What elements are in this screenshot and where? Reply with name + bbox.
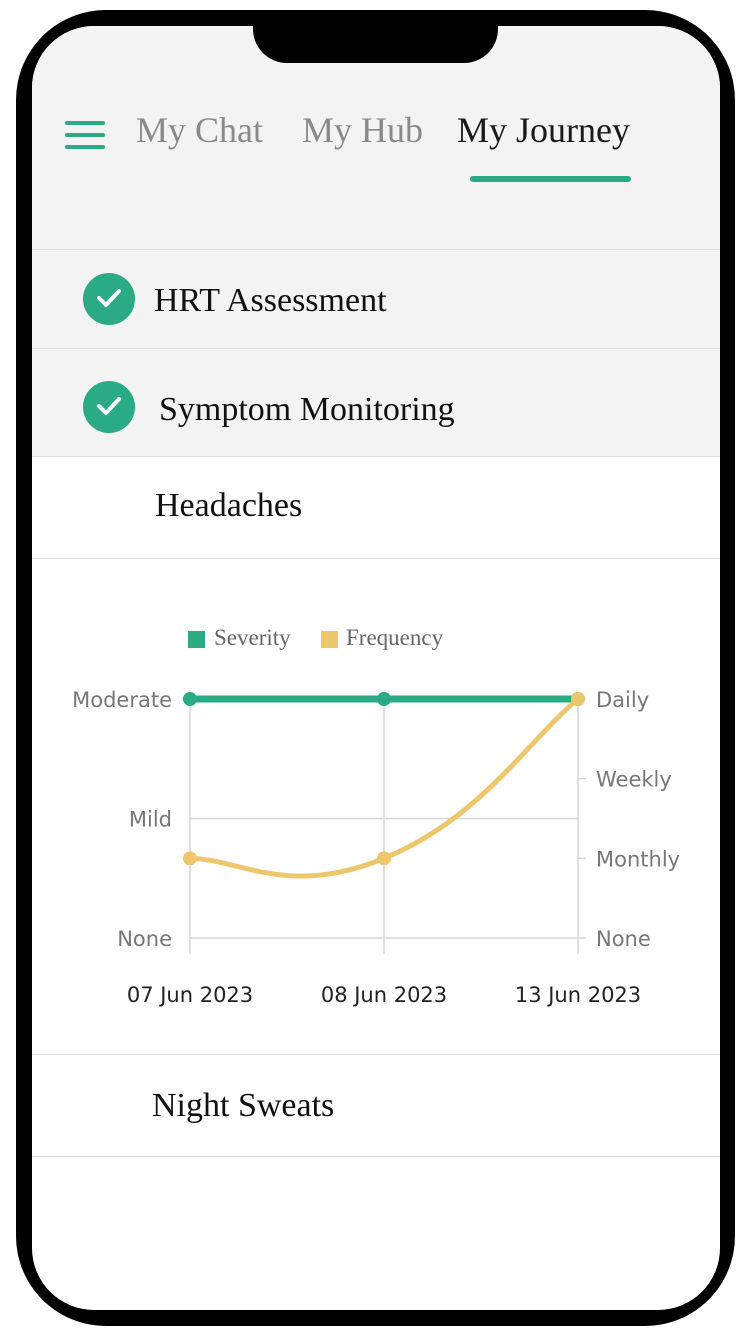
data-point-severity [183,692,197,706]
data-point-frequency [183,851,197,866]
line-chart: None Mild Moderate 07 Jun 2023 08 Jun 2023 13… [72,688,680,1007]
data-point-frequency [571,692,585,706]
hamburger-menu-icon[interactable] [65,121,107,151]
active-tab-indicator [470,176,631,182]
app-screen: My Chat My Hub My Journey HRT Assessment… [32,26,720,1310]
section-label: HRT Assessment [154,282,387,319]
data-point-frequency [377,851,391,866]
symptom-row-night-sweats[interactable]: Night Sweats [32,1055,720,1156]
divider [32,1156,720,1157]
y-axis-left-tick-label: Mild [129,808,172,832]
symptom-label: Night Sweats [152,1087,335,1124]
tab-my-hub[interactable]: My Hub [302,109,423,151]
check-circle-icon [83,273,135,325]
y-axis-right-tick-label: Monthly [596,847,680,871]
x-axis-tick-label: 08 Jun 2023 [321,983,447,1007]
tab-my-chat[interactable]: My Chat [136,109,263,151]
section-symptom-monitoring[interactable]: Symptom Monitoring [32,349,720,456]
y-axis-right-tick-label: None [596,927,651,951]
y-axis-right-tick-label: Daily [596,688,649,712]
y-axis-right-tick-label: Weekly [596,768,672,792]
y-axis-left-tick-label: None [117,927,172,951]
phone-notch [253,10,498,63]
section-label: Symptom Monitoring [159,391,455,428]
tab-my-journey[interactable]: My Journey [457,109,630,151]
symptom-label: Headaches [155,487,303,524]
symptom-row-headaches[interactable]: Headaches [32,457,720,558]
check-circle-icon [83,381,135,433]
symptom-chart: Severity Frequency None Mild Moderate 07 Ju… [32,559,720,1054]
data-point-severity [377,692,391,706]
section-hrt-assessment[interactable]: HRT Assessment [32,250,720,348]
y-axis-left-tick-label: Moderate [72,688,172,712]
x-axis-tick-label: 07 Jun 2023 [127,983,253,1007]
x-axis-tick-label: 13 Jun 2023 [515,983,641,1007]
